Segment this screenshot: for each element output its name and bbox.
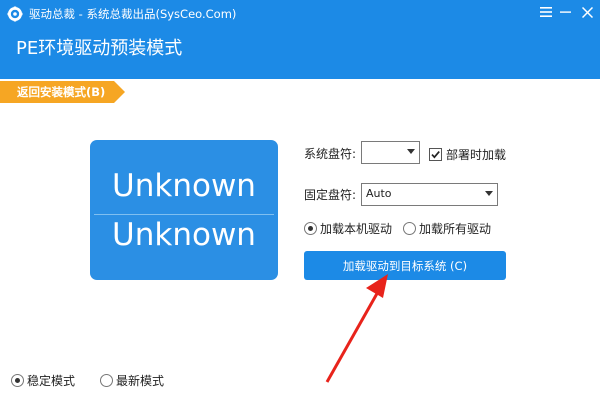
stable-mode-radio[interactable] [11, 374, 24, 387]
stable-mode-label[interactable]: 稳定模式 [27, 373, 75, 389]
latest-mode-label[interactable]: 最新模式 [116, 373, 164, 389]
latest-mode-radio[interactable] [100, 374, 113, 387]
annotation-arrow [325, 274, 388, 383]
